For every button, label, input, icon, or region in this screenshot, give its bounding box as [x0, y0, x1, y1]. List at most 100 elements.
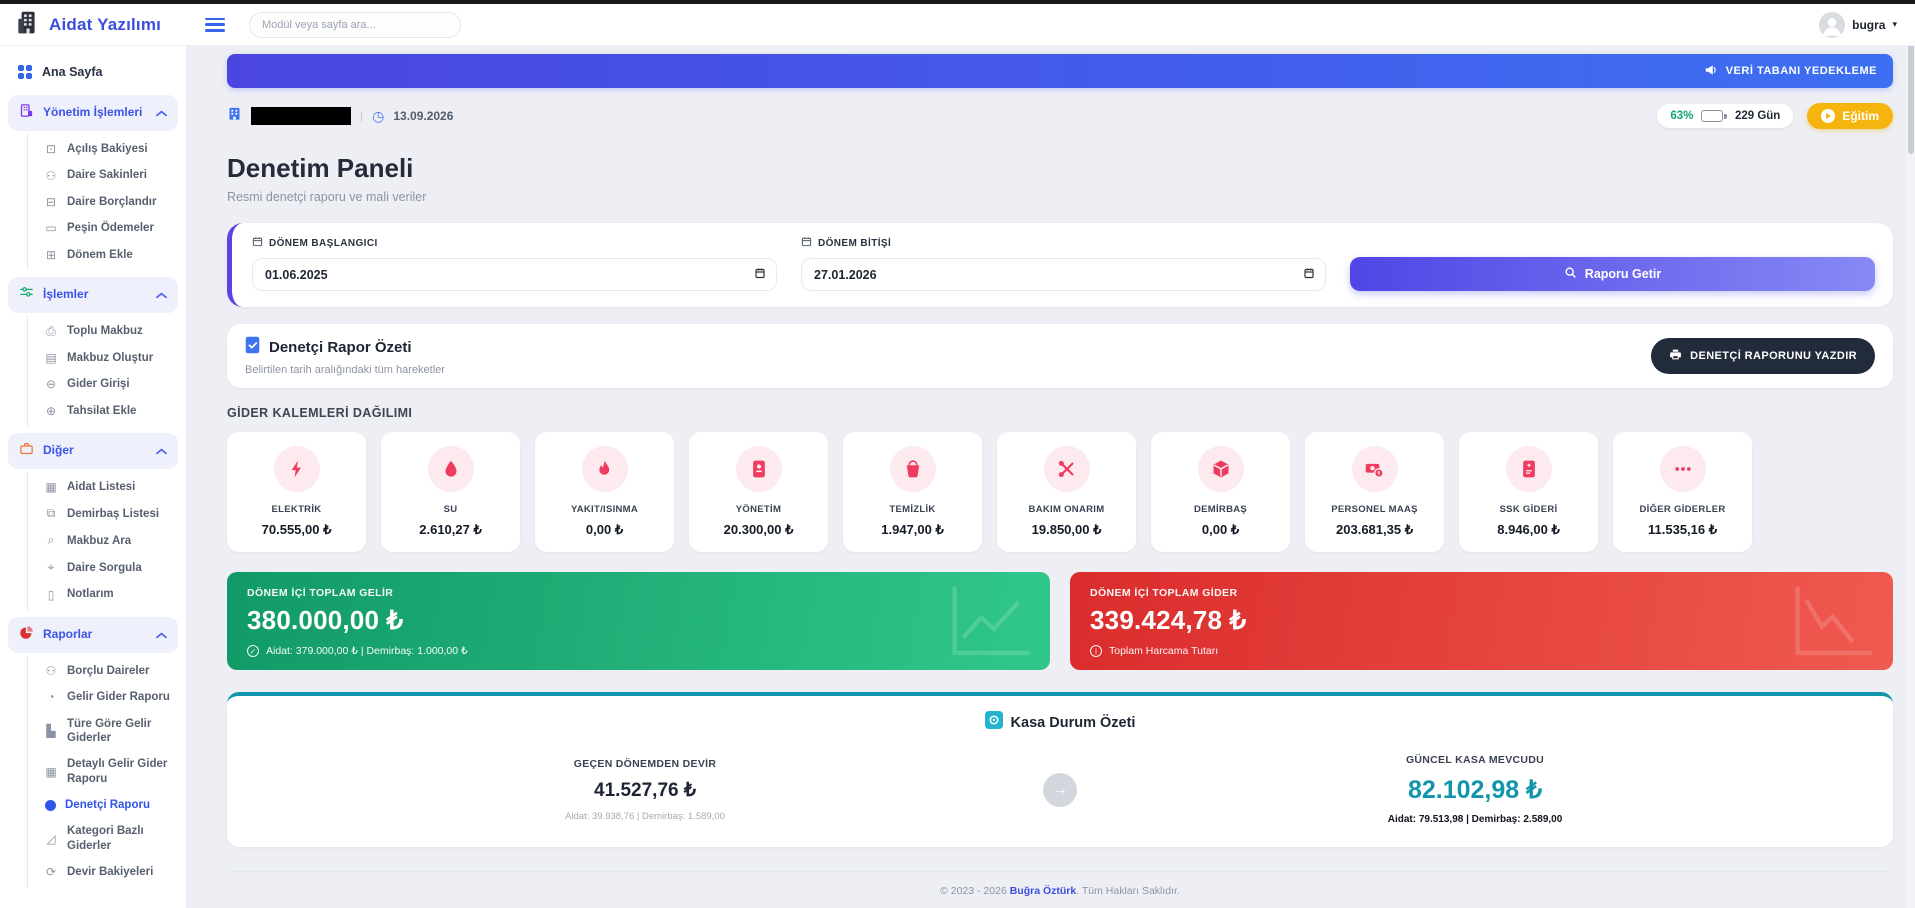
chevron-up-icon: [156, 442, 167, 460]
sidebar-sublist-diger: ▦Aidat Listesi ⧉Demirbaş Listesi ⌕Makbuz…: [27, 472, 186, 610]
scrollbar[interactable]: [1906, 4, 1915, 908]
id-badge-icon: [736, 446, 782, 492]
expense-card-yonetim: YÖNETİM 20.300,00 ₺: [689, 432, 828, 552]
expense-grid: ELEKTRİK 70.555,00 ₺ SU 2.610,27 ₺ YAKIT…: [227, 432, 1893, 552]
calendar-icon: [801, 236, 812, 250]
fetch-report-button[interactable]: Raporu Getir: [1350, 257, 1875, 291]
sidebar-section-diger[interactable]: Diğer: [8, 433, 178, 469]
chevron-up-icon: [156, 104, 167, 122]
building-small-icon: [227, 106, 242, 126]
tools-icon: [1044, 446, 1090, 492]
audit-summary-card: Denetçi Rapor Özeti Belirtilen tarih ara…: [227, 324, 1893, 388]
sidebar-sublist-yonetim: ⊡Açılış Bakiyesi ⚇Daire Sakinleri ⊟Daire…: [27, 134, 186, 270]
notebook-icon: ▯: [44, 588, 58, 602]
play-icon: [1821, 109, 1835, 123]
sidebar-item-gelir-gider-raporu[interactable]: ◔Gelir Gider Raporu: [28, 684, 186, 710]
page-subtitle: Resmi denetçi raporu ve mali veriler: [227, 190, 1893, 204]
totals-row: DÖNEM İÇİ TOPLAM GELİR 380.000,00 ₺ ✓ Ai…: [227, 572, 1893, 670]
brand[interactable]: Aidat Yazılımı: [0, 9, 187, 40]
cash-box-icon: [985, 711, 1003, 734]
date-picker-icon[interactable]: [1303, 266, 1315, 285]
briefcase-icon: [19, 441, 34, 461]
current-date: 13.09.2026: [393, 109, 453, 123]
expense-card-temizlik: TEMİZLİK 1.947,00 ₺: [843, 432, 982, 552]
sidebar-sublist-raporlar: ⚇Borçlu Daireler ◔Gelir Gider Raporu ▙Tü…: [27, 656, 186, 888]
expense-card-bakim: BAKIM ONARIM 19.850,00 ₺: [997, 432, 1136, 552]
salary-icon: [1352, 446, 1398, 492]
hamburger-menu-icon[interactable]: [205, 18, 225, 32]
ellipsis-icon: [1660, 446, 1706, 492]
bar-chart-icon: ▙: [44, 724, 58, 738]
sidebar-item-ture-gore-gelir-giderler[interactable]: ▙Türe Göre Gelir Giderler: [28, 711, 186, 752]
user-name: bugra: [1852, 18, 1885, 32]
previous-balance-block: GEÇEN DÖNEMDEN DEVİR 41.527,76 ₺ Aidat: …: [247, 758, 1043, 822]
end-date-input[interactable]: [801, 258, 1326, 291]
sidebar-item-denetci-raporu[interactable]: Denetçi Raporu: [28, 792, 186, 818]
report-pie-icon: ◔: [44, 690, 58, 704]
print-audit-report-button[interactable]: DENETÇİ RAPORUNU YAZDIR: [1651, 338, 1875, 374]
sidebar-item-pesin-odemeler[interactable]: ▭Peşin Ödemeler: [28, 215, 186, 241]
sidebar-item-daire-sorgula[interactable]: ⌖Daire Sorgula: [28, 554, 186, 581]
sidebar-item-tahsilat-ekle[interactable]: ⊕Tahsilat Ekle: [28, 398, 186, 424]
announcement-banner: VERİ TABANI YEDEKLEME: [227, 54, 1893, 88]
report-subtitle: Belirtilen tarih aralığındaki tüm hareke…: [245, 364, 445, 376]
expense-card-elektrik: ELEKTRİK 70.555,00 ₺: [227, 432, 366, 552]
search-input[interactable]: [262, 19, 448, 31]
sidebar-item-makbuz-olustur[interactable]: ▤Makbuz Oluştur: [28, 345, 186, 371]
license-status: 63% 229 Gün: [1657, 104, 1793, 128]
active-dot-icon: [45, 800, 56, 811]
sidebar-item-acilis-bakiyesi[interactable]: ⊡Açılış Bakiyesi: [28, 136, 186, 162]
search-icon: ⌕: [44, 533, 58, 548]
author-link[interactable]: Buğra Öztürk: [1010, 885, 1077, 897]
water-drop-icon: [428, 446, 474, 492]
training-button[interactable]: Eğitim: [1807, 103, 1893, 129]
database-backup-button[interactable]: VERİ TABANI YEDEKLEME: [1704, 63, 1877, 80]
sidebar-item-aidat-listesi[interactable]: ▦Aidat Listesi: [28, 474, 186, 500]
user-menu[interactable]: bugra ▾: [1819, 12, 1897, 38]
chevron-down-icon: ▾: [1892, 19, 1897, 30]
sidebar-item-daire-borclandir[interactable]: ⊟Daire Borçlandır: [28, 189, 186, 215]
wallet-icon: ▭: [44, 221, 58, 235]
plus-circle-icon: ⊕: [44, 404, 58, 418]
sidebar-section-raporlar[interactable]: Raporlar: [8, 617, 178, 653]
sidebar: Ana Sayfa Yönetim İşlemleri ⊡Açılış Baki…: [0, 46, 187, 908]
sidebar-item-toplu-makbuz[interactable]: ⎙Toplu Makbuz: [28, 318, 186, 345]
sidebar-item-gider-girisi[interactable]: ⊖Gider Girişi: [28, 371, 186, 397]
printer-icon: [1669, 348, 1682, 364]
sidebar-item-borclu-daireler[interactable]: ⚇Borçlu Daireler: [28, 658, 186, 684]
topbar: Aidat Yazılımı bugra ▾: [0, 4, 1915, 46]
sidebar-item-demirbas-listesi[interactable]: ⧉Demirbaş Listesi: [28, 500, 186, 527]
search-icon: [1564, 266, 1577, 282]
document-icon: [1506, 446, 1552, 492]
sidebar-section-yonetim[interactable]: Yönetim İşlemleri: [8, 95, 178, 131]
expense-card-personel: PERSONEL MAAŞ 203.681,35 ₺: [1305, 432, 1444, 552]
clock-icon: ◷: [372, 108, 384, 125]
sidebar-item-daire-sakinleri[interactable]: ⚇Daire Sakinleri: [28, 162, 186, 188]
scrollbar-thumb[interactable]: [1908, 44, 1914, 154]
printer-icon: ⎙: [44, 324, 58, 339]
divider: |: [360, 109, 363, 123]
sidebar-item-makbuz-ara[interactable]: ⌕Makbuz Ara: [28, 527, 186, 554]
sidebar-sublist-islemler: ⎙Toplu Makbuz ▤Makbuz Oluştur ⊖Gider Gir…: [27, 316, 186, 426]
megaphone-icon: [1704, 63, 1718, 80]
sidebar-item-home[interactable]: Ana Sayfa: [0, 56, 186, 88]
period-filter-card: DÖNEM BAŞLANGICI DÖNEM BİTİŞİ: [227, 223, 1893, 307]
trend-down-chart-icon: [1791, 582, 1879, 665]
global-search[interactable]: [249, 12, 461, 38]
sidebar-item-devir-bakiyeleri[interactable]: ⟳Devir Bakiyeleri: [28, 859, 186, 885]
sidebar-item-detayli-gelir-gider-raporu[interactable]: ▦Detaylı Gelir Gider Raporu: [28, 751, 186, 792]
safe-icon: ⊡: [44, 142, 58, 156]
sidebar-item-donem-ekle[interactable]: ⊞Dönem Ekle: [28, 242, 186, 268]
pie-chart-icon: [19, 625, 34, 645]
sidebar-item-kategori-bazli-giderler[interactable]: ◿Kategori Bazlı Giderler: [28, 818, 186, 859]
date-picker-icon[interactable]: [754, 266, 766, 285]
sidebar-section-islemler[interactable]: İşlemler: [8, 277, 178, 313]
avatar: [1819, 12, 1845, 38]
start-date-input[interactable]: [252, 258, 777, 291]
expense-card-su: SU 2.610,27 ₺: [381, 432, 520, 552]
sidebar-item-notlarim[interactable]: ▯Notlarım: [28, 581, 186, 607]
trend-up-chart-icon: [948, 582, 1036, 665]
app-title: Aidat Yazılımı: [49, 15, 161, 35]
list-icon: ▦: [44, 480, 58, 494]
cash-summary-card: Kasa Durum Özeti GEÇEN DÖNEMDEN DEVİR 41…: [227, 692, 1893, 847]
